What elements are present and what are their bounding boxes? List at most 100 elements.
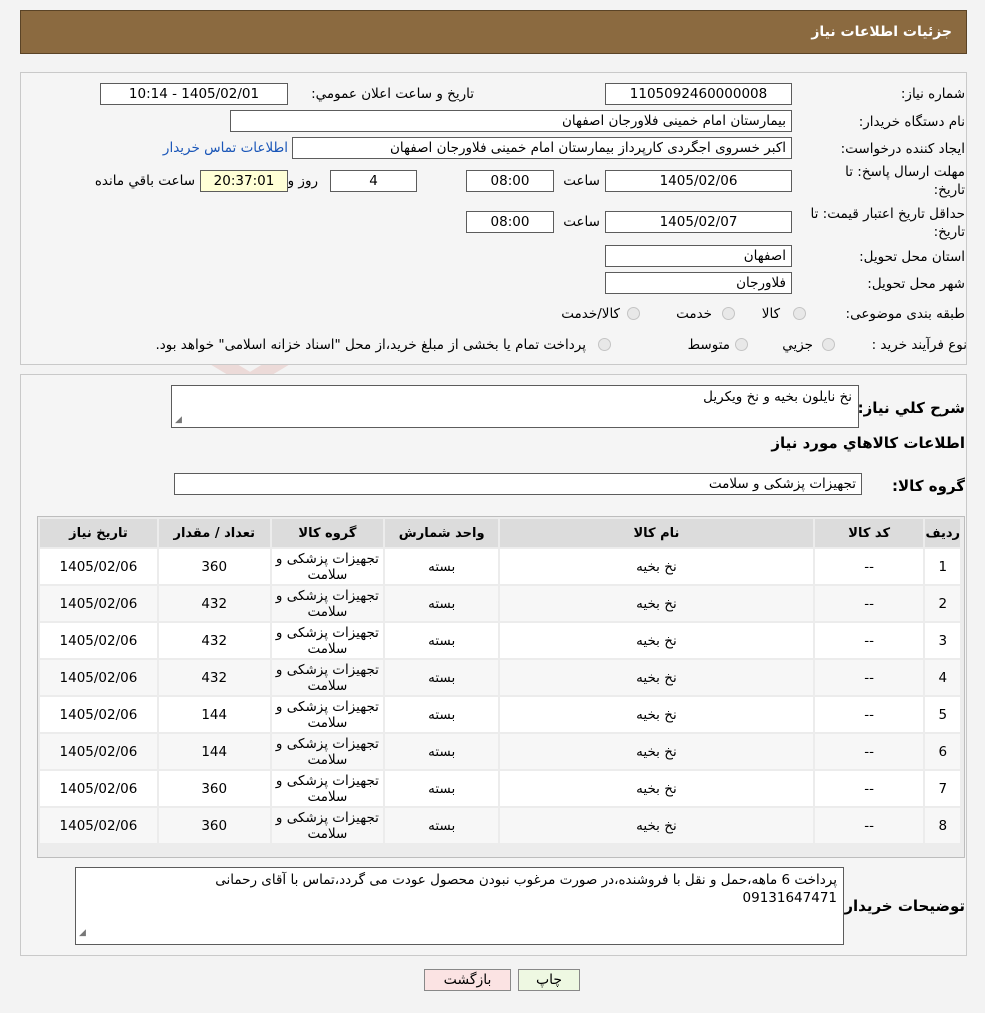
announce-label: تاریخ و ساعت اعلان عمومي: [311, 86, 474, 102]
table-header-row: رديف کد کالا نام کالا واحد شمارش گروه کا… [40, 519, 960, 547]
deadline-label: مهلت ارسال پاسخ: تا [845, 164, 965, 180]
cell-goods-code: -- [814, 808, 924, 843]
buyer-contact-link[interactable]: اطلاعات تماس خريدار [163, 140, 288, 156]
goods-group-label: گروه کالا: [892, 477, 965, 495]
table-row: 2 -- نخ بخیه بسته تجهیزات پزشکی و سلامت … [40, 586, 960, 621]
days-remaining-field: 4 [330, 170, 417, 192]
cell-need-date: 1405/02/06 [40, 660, 157, 695]
cell-goods-name: نخ بخیه [500, 808, 813, 843]
resize-grip-icon[interactable]: ◢ [79, 924, 86, 942]
category-radio-service[interactable] [722, 307, 735, 320]
print-button[interactable]: چاپ [518, 969, 580, 991]
remaining-time-field: 20:37:01 [200, 170, 288, 192]
cell-goods-name: نخ بخیه [500, 586, 813, 621]
table-row: 1 -- نخ بخیه بسته تجهیزات پزشکی و سلامت … [40, 549, 960, 584]
header-goods-code: کد کالا [814, 519, 924, 547]
resize-grip-icon[interactable]: ◢ [175, 415, 182, 425]
buyer-notes-label: توضيحات خريدار: [838, 897, 965, 915]
cell-goods-group: تجهیزات پزشکی و سلامت [271, 623, 384, 658]
category-option-goods: کالا [761, 306, 780, 322]
header-unit: واحد شمارش [385, 519, 499, 547]
cell-goods-code: -- [814, 660, 924, 695]
cell-need-date: 1405/02/06 [40, 697, 157, 732]
deadline-label-date: تاريخ: [933, 182, 965, 198]
province-field: اصفهان [605, 245, 792, 267]
cell-goods-group: تجهیزات پزشکی و سلامت [271, 586, 384, 621]
cell-goods-code: -- [814, 771, 924, 806]
cell-goods-group: تجهیزات پزشکی و سلامت [271, 549, 384, 584]
cell-unit: بسته [385, 623, 499, 658]
cell-goods-group: تجهیزات پزشکی و سلامت [271, 734, 384, 769]
table-row: 5 -- نخ بخیه بسته تجهیزات پزشکی و سلامت … [40, 697, 960, 732]
need-number-field: 1105092460000008 [605, 83, 792, 105]
cell-row-number: 6 [925, 734, 960, 769]
process-option-minor: جزيي [782, 337, 813, 353]
validity-label: حداقل تاريخ اعتبار قيمت: تا [810, 206, 965, 222]
cell-unit: بسته [385, 808, 499, 843]
cell-need-date: 1405/02/06 [40, 808, 157, 843]
validity-date-field: 1405/02/07 [605, 211, 792, 233]
cell-row-number: 7 [925, 771, 960, 806]
creator-field: اکبر خسروی اجگردی کارپرداز بیمارستان اما… [292, 137, 792, 159]
header-need-date: تاريخ نياز [40, 519, 157, 547]
cell-quantity: 360 [158, 808, 270, 843]
process-radio-medium[interactable] [735, 338, 748, 351]
cell-goods-name: نخ بخیه [500, 623, 813, 658]
cell-row-number: 1 [925, 549, 960, 584]
creator-label: ايجاد کننده درخواست: [840, 141, 965, 157]
announce-datetime-field: 1405/02/01 - 10:14 [100, 83, 288, 105]
category-option-goods-service: کالا/خدمت [561, 306, 620, 322]
cell-quantity: 432 [158, 623, 270, 658]
cell-quantity: 144 [158, 697, 270, 732]
buyer-field: بیمارستان امام خمینی فلاورجان اصفهان [230, 110, 792, 132]
validity-time-label: ساعت [563, 214, 600, 230]
table-row: 4 -- نخ بخیه بسته تجهیزات پزشکی و سلامت … [40, 660, 960, 695]
cell-goods-code: -- [814, 623, 924, 658]
cell-row-number: 2 [925, 586, 960, 621]
cell-need-date: 1405/02/06 [40, 734, 157, 769]
cell-need-date: 1405/02/06 [40, 771, 157, 806]
cell-row-number: 8 [925, 808, 960, 843]
process-radio-minor[interactable] [822, 338, 835, 351]
process-label: نوع فرآيند خريد : [871, 337, 967, 353]
province-label: استان محل تحويل: [859, 249, 965, 265]
cell-goods-name: نخ بخیه [500, 660, 813, 695]
category-radio-goods-service[interactable] [627, 307, 640, 320]
summary-text: نخ نایلون بخیه و نخ ویکریل [703, 389, 852, 405]
cell-goods-code: -- [814, 734, 924, 769]
buyer-notes-textarea[interactable]: پرداخت 6 ماهه،حمل و نقل با فروشنده،در صو… [75, 867, 844, 945]
category-option-service: خدمت [676, 306, 712, 322]
summary-label: شرح كلي نياز: [857, 399, 965, 417]
cell-goods-code: -- [814, 586, 924, 621]
cell-unit: بسته [385, 697, 499, 732]
cell-row-number: 4 [925, 660, 960, 695]
back-button[interactable]: بازگشت [424, 969, 511, 991]
header-quantity: تعداد / مقدار [158, 519, 270, 547]
deadline-time-field: 08:00 [466, 170, 554, 192]
remaining-time-label: ساعت باقي مانده [94, 173, 195, 189]
process-option-medium: متوسط [687, 337, 730, 353]
cell-goods-code: -- [814, 549, 924, 584]
process-note: پرداخت تمام يا بخشی از مبلغ خريد،از محل … [155, 337, 586, 353]
cell-quantity: 432 [158, 660, 270, 695]
cell-need-date: 1405/02/06 [40, 586, 157, 621]
treasury-checkbox[interactable] [598, 338, 611, 351]
cell-row-number: 5 [925, 697, 960, 732]
category-label: طبقه بندی موضوعی: [845, 306, 965, 322]
cell-quantity: 432 [158, 586, 270, 621]
need-number-label: شماره نیاز: [900, 86, 965, 102]
header-row-number: رديف [925, 519, 960, 547]
validity-time-field: 08:00 [466, 211, 554, 233]
cell-row-number: 3 [925, 623, 960, 658]
goods-group-field: تجهیزات پزشکی و سلامت [174, 473, 862, 495]
days-label: روز و [287, 173, 318, 189]
cell-goods-group: تجهیزات پزشکی و سلامت [271, 697, 384, 732]
cell-unit: بسته [385, 660, 499, 695]
table-row: 6 -- نخ بخیه بسته تجهیزات پزشکی و سلامت … [40, 734, 960, 769]
category-radio-goods[interactable] [793, 307, 806, 320]
cell-unit: بسته [385, 734, 499, 769]
page-header: جزئیات اطلاعات نیاز [20, 10, 967, 54]
summary-textarea[interactable]: نخ نایلون بخیه و نخ ویکریل ◢ [171, 385, 859, 428]
cell-goods-code: -- [814, 697, 924, 732]
deadline-time-label: ساعت [563, 173, 600, 189]
